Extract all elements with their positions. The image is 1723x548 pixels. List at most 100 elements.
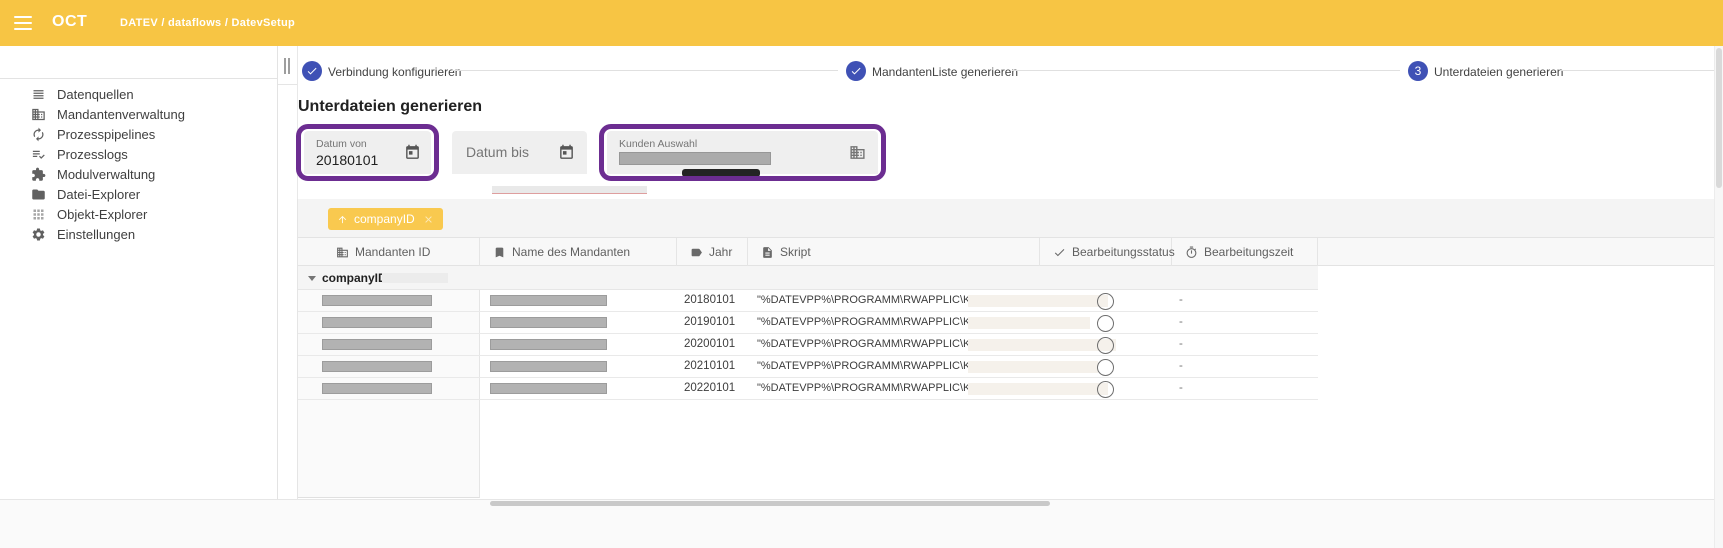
table-row[interactable]: 20200101 "%DATEVPP%\PROGRAMM\RWAPPLIC\Kr… (298, 334, 1318, 356)
puzzle-icon (31, 167, 46, 182)
status-pending-icon (1097, 381, 1114, 398)
cell-zeit: - (1179, 290, 1183, 311)
status-pending-icon (1097, 293, 1114, 310)
datum-bis-field[interactable]: Datum bis (452, 131, 587, 174)
column-header-mandanten-id[interactable]: Mandanten ID (298, 238, 480, 266)
sidebar-item-label: Datenquellen (57, 87, 134, 102)
column-header-label: Jahr (709, 245, 732, 259)
vertical-scrollbar[interactable] (1714, 46, 1723, 548)
company-icon[interactable] (849, 144, 866, 161)
step-3-number: 3 (1415, 64, 1422, 78)
table-filter-toolbar: companyID (298, 199, 1723, 238)
menu-icon[interactable] (14, 16, 32, 30)
cell-jahr: 20220101 (684, 378, 735, 399)
group-chip-companyid[interactable]: companyID (328, 208, 443, 230)
table-row[interactable]: 20180101 "%DATEVPP%\PROGRAMM\RWAPPLIC\Kr… (298, 290, 1318, 312)
calendar-icon[interactable] (404, 144, 421, 161)
vertical-scrollbar-thumb[interactable] (1716, 48, 1722, 188)
datum-von-field[interactable]: Datum von 20180101 (304, 131, 431, 174)
sidebar-item-prozesslogs[interactable]: Prozesslogs (0, 144, 277, 164)
playlist-check-icon (31, 147, 46, 162)
grid-dots-icon (31, 207, 46, 222)
sidebar-header (0, 46, 277, 79)
sidebar-item-modulverwaltung[interactable]: Modulverwaltung (0, 164, 277, 184)
column-header-label: Mandanten ID (355, 245, 430, 259)
cell-jahr: 20200101 (684, 334, 735, 355)
cell-zeit: - (1179, 378, 1183, 399)
redacted-mandant-id (322, 317, 432, 328)
sidebar-item-datei-explorer[interactable]: Datei-Explorer (0, 184, 277, 204)
redaction-artifact (968, 295, 1108, 307)
panel-splitter[interactable] (278, 46, 298, 500)
redaction-artifact (968, 361, 1098, 373)
redacted-mandant-id (322, 361, 432, 372)
sidebar-item-objekt-explorer[interactable]: Objekt-Explorer (0, 204, 277, 224)
sidebar-item-datenquellen[interactable]: Datenquellen (0, 84, 277, 104)
redaction-artifact (968, 339, 1116, 351)
cell-zeit: - (1179, 312, 1183, 333)
redacted-mandant-name (490, 361, 607, 372)
close-icon[interactable] (423, 214, 434, 225)
datum-von-value[interactable]: 20180101 (316, 152, 378, 168)
redaction-artifact (968, 383, 1108, 395)
step-1-label[interactable]: Verbindung konfigurieren (328, 65, 461, 79)
top-app-bar: OCT DATEV / dataflows / DatevSetup (0, 0, 1723, 46)
datum-bis-placeholder: Datum bis (466, 144, 529, 160)
drag-handle-icon[interactable] (284, 58, 290, 74)
redacted-mandant-name (490, 339, 607, 350)
building-icon (336, 246, 349, 259)
sidebar-item-mandantenverwaltung[interactable]: Mandantenverwaltung (0, 104, 277, 124)
list-icon (31, 87, 46, 102)
kunden-auswahl-field[interactable]: Kunden Auswahl (607, 131, 878, 174)
table-row[interactable]: 20210101 "%DATEVPP%\PROGRAMM\RWAPPLIC\Kr… (298, 356, 1318, 378)
group-row-companyid[interactable]: companyID: (298, 266, 1318, 290)
column-header-skript[interactable]: Skript (748, 238, 1040, 266)
step-2-done-icon[interactable] (846, 61, 866, 81)
column-header-bearbeitungsstatus[interactable]: Bearbeitungsstatus (1040, 238, 1172, 266)
sidebar-item-prozesspipelines[interactable]: Prozesspipelines (0, 124, 277, 144)
bookmark-icon (493, 246, 506, 259)
step-connector (1012, 70, 1400, 71)
sidebar-item-label: Prozesslogs (57, 147, 128, 162)
calendar-icon[interactable] (558, 144, 575, 161)
sync-icon (31, 127, 46, 142)
sidebar: Datenquellen Mandantenverwaltung Prozess… (0, 46, 278, 500)
sidebar-item-einstellungen[interactable]: Einstellungen (0, 224, 277, 244)
status-pending-icon (1097, 337, 1114, 354)
table-row[interactable]: 20220101 "%DATEVPP%\PROGRAMM\RWAPPLIC\Kr… (298, 378, 1318, 400)
step-2-label[interactable]: MandantenListe generieren (872, 65, 1018, 79)
table-header-row: Mandanten ID Name des Mandanten Jahr Skr… (298, 238, 1723, 266)
redacted-mandant-id (322, 295, 432, 306)
check-icon (306, 65, 318, 77)
folder-icon (31, 187, 46, 202)
sidebar-item-label: Modulverwaltung (57, 167, 155, 182)
timer-icon (1185, 246, 1198, 259)
sidebar-item-label: Prozesspipelines (57, 127, 155, 142)
table-row[interactable]: 20190101 "%DATEVPP%\PROGRAMM\RWAPPLIC\Kr… (298, 312, 1318, 334)
cell-zeit: - (1179, 334, 1183, 355)
step-3-label[interactable]: Unterdateien generieren (1434, 65, 1563, 79)
arrow-up-icon[interactable] (337, 214, 348, 225)
breadcrumb[interactable]: DATEV / dataflows / DatevSetup (120, 17, 295, 29)
column-header-bearbeitungszeit[interactable]: Bearbeitungszeit (1172, 238, 1318, 266)
column-header-label: Name des Mandanten (512, 245, 630, 259)
column-header-jahr[interactable]: Jahr (677, 238, 748, 266)
redacted-mandant-name (490, 295, 607, 306)
redacted-mandant-name (490, 317, 607, 328)
redaction-artifact (382, 273, 448, 283)
table-body: 20180101 "%DATEVPP%\PROGRAMM\RWAPPLIC\Kr… (298, 290, 1318, 400)
check-icon (850, 65, 862, 77)
horizontal-scrollbar[interactable] (490, 501, 1050, 506)
check-icon (1053, 246, 1066, 259)
column-header-name-des-mandanten[interactable]: Name des Mandanten (480, 238, 677, 266)
sidebar-item-label: Objekt-Explorer (57, 207, 147, 222)
redaction-artifact (492, 186, 647, 194)
column-header-label: Bearbeitungsstatus (1072, 245, 1175, 259)
step-3-number-icon[interactable]: 3 (1408, 61, 1428, 81)
datum-von-label: Datum von (316, 138, 367, 150)
step-1-done-icon[interactable] (302, 61, 322, 81)
collapse-triangle-icon[interactable] (308, 276, 316, 281)
step-connector (1560, 70, 1714, 71)
redacted-mandant-name (490, 383, 607, 394)
sidebar-item-label: Einstellungen (57, 227, 135, 242)
